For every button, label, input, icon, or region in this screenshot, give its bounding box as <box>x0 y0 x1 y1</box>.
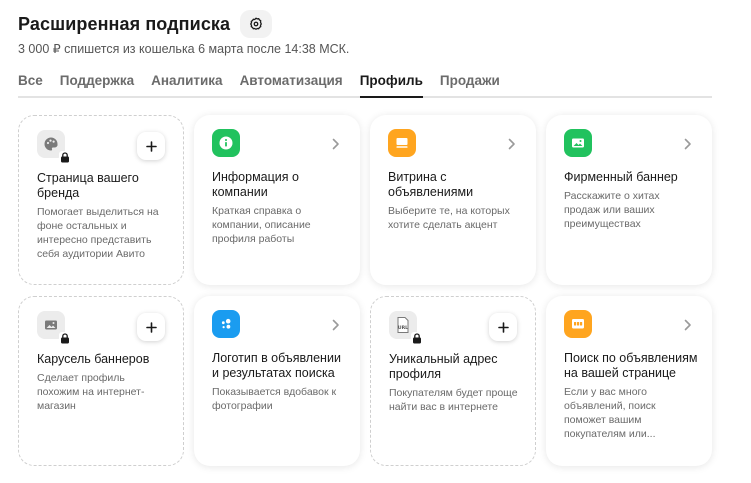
tab-all[interactable]: Все <box>18 73 43 96</box>
features-grid: Страница вашего бренда Помогает выделить… <box>18 115 712 466</box>
chevron-right-icon <box>330 137 342 151</box>
feature-card-company-info[interactable]: Информация о компании Краткая справка о … <box>194 115 360 285</box>
plus-icon <box>145 140 157 152</box>
plus-icon <box>497 321 509 333</box>
card-title: Логотип в объявлении и результатах поиск… <box>212 351 341 380</box>
card-description: Если у вас много объявлений, поиск помож… <box>564 386 656 440</box>
lock-icon <box>59 332 71 345</box>
tab-sales[interactable]: Продажи <box>440 73 500 96</box>
settings-button[interactable] <box>240 10 273 38</box>
feature-card-banner-carousel[interactable]: Карусель баннеров Сделает профиль похожи… <box>18 296 184 466</box>
search-page-icon <box>564 310 592 338</box>
billing-note: 3 000 ₽ спишется из кошелька 6 марта пос… <box>18 42 350 56</box>
tab-profile[interactable]: Профиль <box>359 73 424 98</box>
feature-card-brand-page[interactable]: Страница вашего бренда Помогает выделить… <box>18 115 184 285</box>
feature-card-logo[interactable]: Логотип в объявлении и результатах поиск… <box>194 296 360 466</box>
feature-card-page-search[interactable]: Поиск по объявлениям на вашей странице Е… <box>546 296 712 466</box>
lock-icon <box>411 332 423 345</box>
card-description: Расскажите о хитах продаж или ваших преи… <box>564 190 660 230</box>
card-title: Карусель баннеров <box>37 352 150 366</box>
chevron-right-icon <box>682 137 694 151</box>
chevron-right-icon <box>682 318 694 332</box>
card-title: Поиск по объявлениям на вашей странице <box>564 351 698 380</box>
card-title: Фирменный баннер <box>564 170 678 184</box>
svg-text:URL: URL <box>398 325 408 331</box>
gear-icon <box>250 17 263 30</box>
plus-icon <box>145 321 157 333</box>
add-button[interactable] <box>489 313 517 341</box>
tab-bar: Все Поддержка Аналитика Автоматизация Пр… <box>18 73 712 98</box>
add-button[interactable] <box>137 132 165 160</box>
add-button[interactable] <box>137 313 165 341</box>
tab-analytics[interactable]: Аналитика <box>151 73 222 96</box>
feature-card-unique-url[interactable]: URL Уникальный адрес профиля Покупателям… <box>370 296 536 466</box>
page-header: Расширенная подписка <box>18 10 273 38</box>
card-description: Выберите те, на которых хотите сделать а… <box>388 205 510 231</box>
feature-card-showcase[interactable]: Витрина с объявлениями Выберите те, на к… <box>370 115 536 285</box>
page-title: Расширенная подписка <box>18 13 231 34</box>
card-description: Покупателям будет проще найти вас в инте… <box>389 387 518 413</box>
card-title: Витрина с объявлениями <box>388 170 474 199</box>
card-description: Сделает профиль похожим на интернет-мага… <box>37 372 145 412</box>
tab-automation[interactable]: Автоматизация <box>240 73 343 96</box>
card-description: Краткая справка о компании, описание про… <box>212 205 311 245</box>
card-description: Показывается вдобавок к фотографии <box>212 386 337 412</box>
feature-card-brand-banner[interactable]: Фирменный баннер Расскажите о хитах прод… <box>546 115 712 285</box>
banner-icon <box>564 129 592 157</box>
lock-icon <box>59 151 71 164</box>
card-title: Уникальный адрес профиля <box>389 352 498 381</box>
logo-icon <box>212 310 240 338</box>
card-title: Информация о компании <box>212 170 299 199</box>
chevron-right-icon <box>506 137 518 151</box>
tab-support[interactable]: Поддержка <box>60 73 134 96</box>
chevron-right-icon <box>330 318 342 332</box>
showcase-icon <box>388 129 416 157</box>
card-description: Помогает выделиться на фоне остальных и … <box>37 206 159 260</box>
info-icon <box>212 129 240 157</box>
card-title: Страница вашего бренда <box>37 171 139 200</box>
